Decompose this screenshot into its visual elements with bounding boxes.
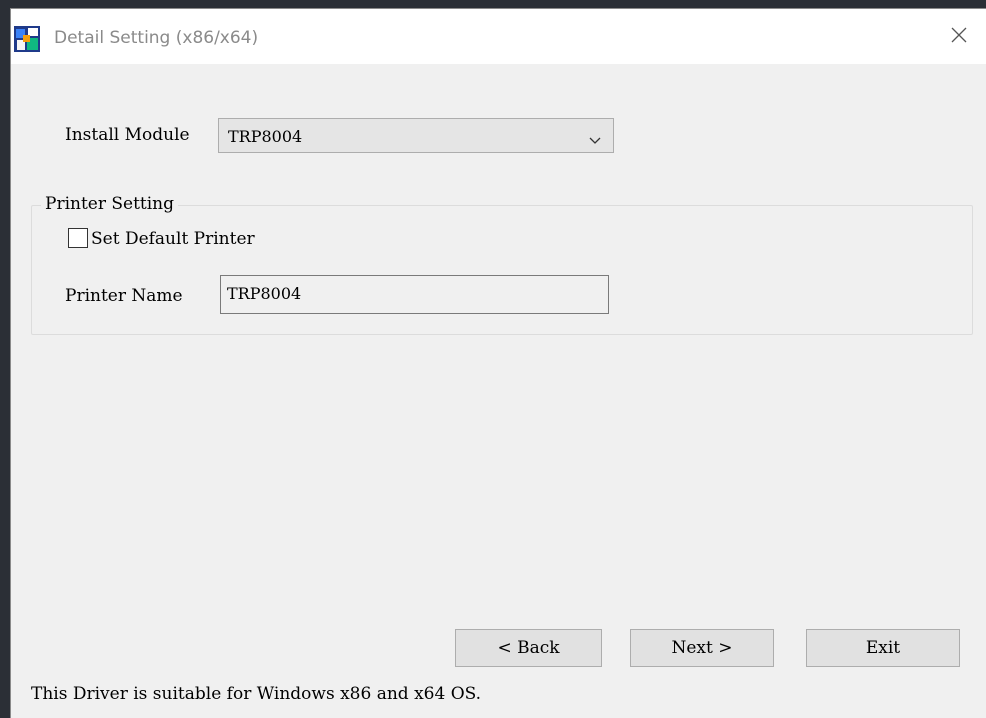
close-button[interactable] (931, 9, 986, 64)
footer-note: This Driver is suitable for Windows x86 … (31, 684, 482, 704)
window-title: Detail Setting (x86/x64) (54, 28, 259, 48)
set-default-printer-checkbox[interactable] (68, 228, 88, 248)
exit-button[interactable]: Exit (806, 629, 960, 667)
install-module-label: Install Module (65, 125, 190, 145)
back-button-label: < Back (497, 638, 560, 658)
printer-name-value: TRP8004 (227, 284, 302, 303)
app-icon (14, 26, 40, 52)
title-bar: Detail Setting (x86/x64) (11, 9, 986, 64)
install-module-select[interactable]: TRP8004 (218, 118, 614, 153)
printer-name-field[interactable]: TRP8004 (220, 275, 609, 314)
printer-setting-legend: Printer Setting (41, 194, 179, 214)
printer-setting-group (31, 205, 973, 335)
chevron-down-icon (589, 131, 601, 144)
printer-name-label: Printer Name (65, 286, 183, 306)
close-icon (950, 26, 968, 48)
set-default-printer-label[interactable]: Set Default Printer (91, 229, 255, 249)
detail-setting-window: Detail Setting (x86/x64) Install Module … (10, 8, 986, 718)
install-module-value: TRP8004 (228, 127, 303, 146)
next-button[interactable]: Next > (630, 629, 774, 667)
exit-button-label: Exit (865, 638, 901, 658)
back-button[interactable]: < Back (455, 629, 602, 667)
next-button-label: Next > (671, 638, 733, 658)
